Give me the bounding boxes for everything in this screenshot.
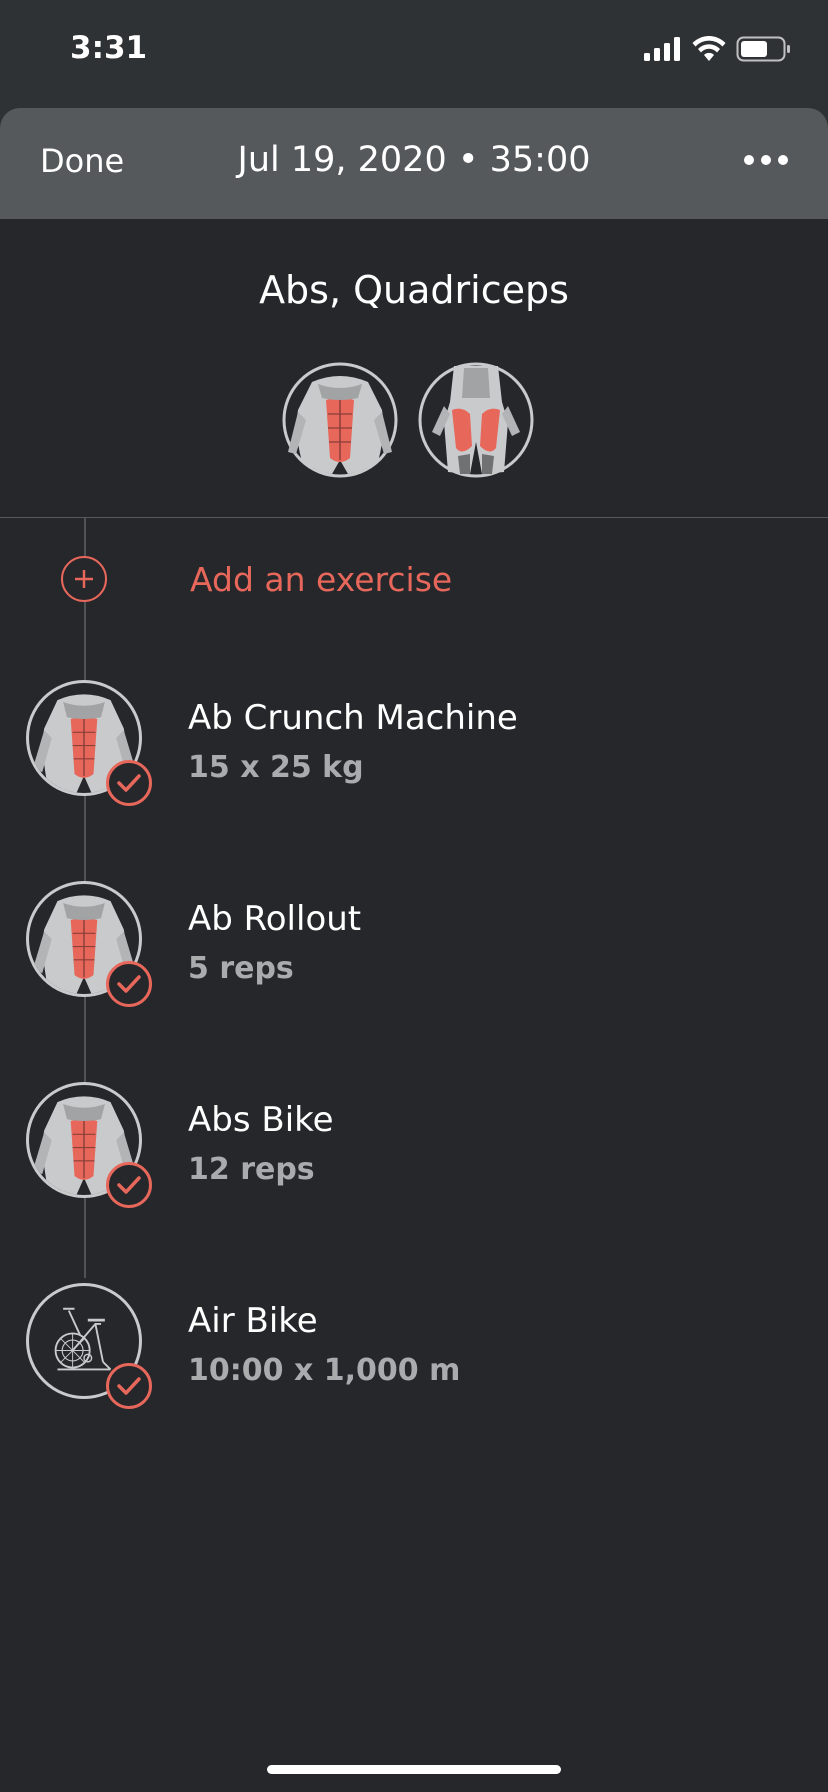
completed-check-icon [106,1363,152,1409]
add-exercise-row[interactable]: Add an exercise [0,548,828,612]
wifi-icon [692,36,726,61]
exercise-item[interactable]: Ab Crunch Machine 15 x 25 kg [0,680,828,810]
more-dot-icon [761,155,771,165]
exercise-name: Air Bike [188,1301,318,1341]
completed-check-icon [106,760,152,806]
status-time: 3:31 [70,30,148,66]
exercise-item[interactable]: Abs Bike 12 reps [0,1082,828,1212]
exercise-item[interactable]: Ab Rollout 5 reps [0,881,828,1011]
muscles-title: Abs, Quadriceps [259,268,569,312]
status-icons [644,36,792,62]
battery-icon [736,36,790,62]
home-indicator[interactable] [267,1765,561,1774]
exercise-name: Abs Bike [188,1100,334,1140]
exercise-detail: 15 x 25 kg [188,750,364,785]
more-dot-icon [778,155,788,165]
quadriceps-muscle-icon [418,362,534,478]
more-dot-icon [744,155,754,165]
muscle-header [0,219,828,518]
status-bar: 3:31 [0,0,828,108]
workout-title: Jul 19, 2020 • 35:00 [237,140,591,180]
exercise-name: Ab Crunch Machine [188,698,518,738]
exercise-name: Ab Rollout [188,899,362,939]
completed-check-icon [106,961,152,1007]
nav-bar: Done Jul 19, 2020 • 35:00 [0,108,828,219]
more-options-button[interactable] [744,148,788,172]
add-plus-icon[interactable] [61,556,107,602]
completed-check-icon [106,1162,152,1208]
exercise-detail: 12 reps [188,1152,315,1187]
exercise-detail: 10:00 x 1,000 m [188,1353,461,1388]
abs-muscle-icon [282,362,398,478]
add-exercise-label[interactable]: Add an exercise [190,560,452,599]
cellular-signal-icon [644,37,680,61]
exercise-item[interactable]: Air Bike 10:00 x 1,000 m [0,1283,828,1413]
exercise-detail: 5 reps [188,951,294,986]
